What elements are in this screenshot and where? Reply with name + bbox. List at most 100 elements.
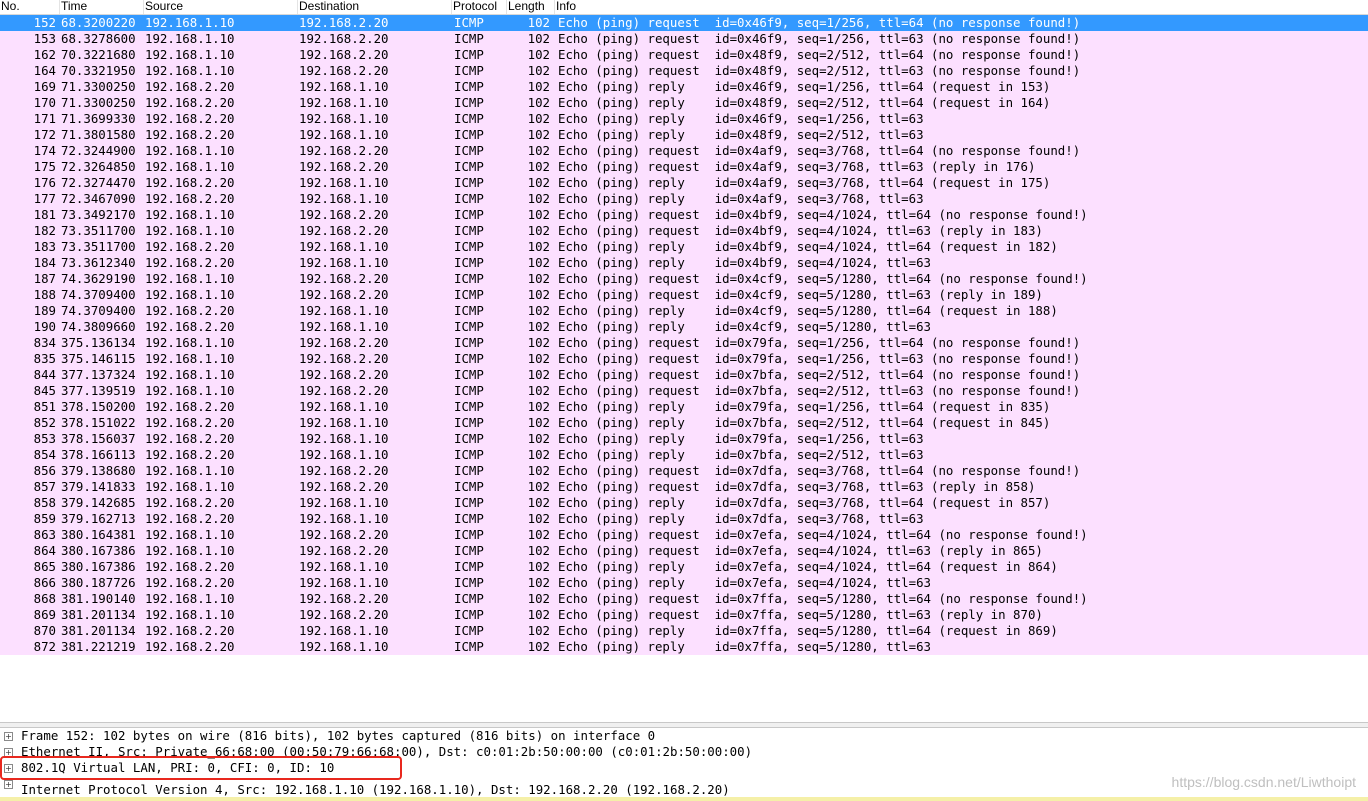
cell-destination: 192.168.2.20	[299, 527, 389, 542]
packet-row[interactable]: 189 74.3709400 192.168.2.20 192.168.1.10 ICM…	[0, 303, 1368, 319]
packet-row[interactable]: 187 74.3629190 192.168.1.10 192.168.2.20 ICM…	[0, 271, 1368, 287]
packet-row[interactable]: 853 378.156037 192.168.2.20 192.168.1.10 ICM…	[0, 431, 1368, 447]
cell-info: Echo (ping) request id=0x46f9, seq=1/256…	[558, 31, 1081, 46]
cell-info: Echo (ping) reply id=0x7ffa, seq=5/1280,…	[558, 623, 1058, 638]
detail-frame[interactable]: + Frame 152: 102 bytes on wire (816 bits)…	[0, 728, 1368, 744]
packet-row[interactable]: 169 71.3300250 192.168.2.20 192.168.1.10 ICM…	[0, 79, 1368, 95]
cell-no: 858	[33, 495, 56, 510]
packet-row[interactable]: 176 72.3274470 192.168.2.20 192.168.1.10 ICM…	[0, 175, 1368, 191]
cell-protocol: ICMP	[454, 47, 484, 62]
cell-info: Echo (ping) reply id=0x7bfa, seq=2/512, …	[558, 447, 924, 462]
cell-time: 70.3321950	[61, 63, 136, 78]
packet-row[interactable]: 869 381.201134 192.168.1.10 192.168.2.20 ICM…	[0, 607, 1368, 623]
cell-info: Echo (ping) reply id=0x7dfa, seq=3/768, …	[558, 511, 924, 526]
cell-source: 192.168.2.20	[145, 239, 235, 254]
cell-length: 102	[527, 271, 550, 286]
cell-no: 184	[33, 255, 56, 270]
packet-row[interactable]: 865 380.167386 192.168.2.20 192.168.1.10 ICM…	[0, 559, 1368, 575]
packet-row[interactable]: 870 381.201134 192.168.2.20 192.168.1.10 ICM…	[0, 623, 1368, 639]
packet-row[interactable]: 171 71.3699330 192.168.2.20 192.168.1.10 ICM…	[0, 111, 1368, 127]
packet-row[interactable]: 851 378.150200 192.168.2.20 192.168.1.10 ICM…	[0, 399, 1368, 415]
cell-destination: 192.168.1.10	[299, 191, 389, 206]
packet-row[interactable]: 863 380.164381 192.168.1.10 192.168.2.20 ICM…	[0, 527, 1368, 543]
column-header-destination[interactable]: Destination	[297, 0, 453, 14]
cell-time: 72.3264850	[61, 159, 136, 174]
cell-destination: 192.168.1.10	[299, 111, 389, 126]
cell-time: 73.3492170	[61, 207, 136, 222]
cell-destination: 192.168.2.20	[299, 463, 389, 478]
cell-length: 102	[527, 591, 550, 606]
cell-protocol: ICMP	[454, 399, 484, 414]
packet-row[interactable]: 170 71.3300250 192.168.2.20 192.168.1.10 ICM…	[0, 95, 1368, 111]
cell-protocol: ICMP	[454, 31, 484, 46]
cell-no: 171	[33, 111, 56, 126]
packet-row[interactable]: 868 381.190140 192.168.1.10 192.168.2.20 ICM…	[0, 591, 1368, 607]
cell-source: 192.168.1.10	[145, 351, 235, 366]
packet-row[interactable]: 866 380.187726 192.168.2.20 192.168.1.10 ICM…	[0, 575, 1368, 591]
cell-info: Echo (ping) request id=0x7efa, seq=4/102…	[558, 543, 1043, 558]
packet-row[interactable]: 835 375.146115 192.168.1.10 192.168.2.20 ICM…	[0, 351, 1368, 367]
packet-row[interactable]: 184 73.3612340 192.168.2.20 192.168.1.10 ICM…	[0, 255, 1368, 271]
packet-row[interactable]: 175 72.3264850 192.168.1.10 192.168.2.20 ICM…	[0, 159, 1368, 175]
cell-source: 192.168.1.10	[145, 63, 235, 78]
cell-info: Echo (ping) request id=0x7dfa, seq=3/768…	[558, 479, 1036, 494]
cell-length: 102	[527, 383, 550, 398]
cell-length: 102	[527, 31, 550, 46]
packet-row[interactable]: 859 379.162713 192.168.2.20 192.168.1.10 ICM…	[0, 511, 1368, 527]
cell-protocol: ICMP	[454, 95, 484, 110]
column-header-source[interactable]: Source	[143, 0, 299, 14]
expand-icon[interactable]: +	[4, 780, 13, 789]
cell-no: 162	[33, 47, 56, 62]
cell-time: 72.3244900	[61, 143, 136, 158]
packet-row[interactable]: 181 73.3492170 192.168.1.10 192.168.2.20 ICM…	[0, 207, 1368, 223]
expand-icon[interactable]: +	[4, 732, 13, 741]
cell-protocol: ICMP	[454, 15, 484, 30]
cell-time: 375.136134	[61, 335, 136, 350]
column-header-info[interactable]: Info	[554, 0, 856, 14]
packet-row[interactable]: 190 74.3809660 192.168.2.20 192.168.1.10 ICM…	[0, 319, 1368, 335]
cell-info: Echo (ping) reply id=0x7bfa, seq=2/512, …	[558, 415, 1051, 430]
cell-length: 102	[527, 287, 550, 302]
cell-destination: 192.168.1.10	[299, 255, 389, 270]
packet-row[interactable]: 856 379.138680 192.168.1.10 192.168.2.20 ICM…	[0, 463, 1368, 479]
packet-row[interactable]: 164 70.3321950 192.168.1.10 192.168.2.20 ICM…	[0, 63, 1368, 79]
cell-length: 102	[527, 15, 550, 30]
cell-source: 192.168.2.20	[145, 255, 235, 270]
cell-info: Echo (ping) reply id=0x4bf9, seq=4/1024,…	[558, 255, 931, 270]
cell-time: 71.3801580	[61, 127, 136, 142]
packet-row[interactable]: 872 381.221219 192.168.2.20 192.168.1.10 ICM…	[0, 639, 1368, 655]
packet-row[interactable]: 183 73.3511700 192.168.2.20 192.168.1.10 ICM…	[0, 239, 1368, 255]
packet-row[interactable]: 854 378.166113 192.168.2.20 192.168.1.10 ICM…	[0, 447, 1368, 463]
packet-row[interactable]: 172 71.3801580 192.168.2.20 192.168.1.10 ICM…	[0, 127, 1368, 143]
cell-info: Echo (ping) request id=0x7ffa, seq=5/128…	[558, 607, 1043, 622]
cell-no: 844	[33, 367, 56, 382]
cell-source: 192.168.1.10	[145, 463, 235, 478]
packet-row-selected[interactable]: 152 68.3200220 192.168.1.10 192.168.2.20 ICM…	[0, 15, 1368, 31]
cell-no: 170	[33, 95, 56, 110]
packet-row[interactable]: 188 74.3709400 192.168.1.10 192.168.2.20 ICM…	[0, 287, 1368, 303]
packet-row[interactable]: 174 72.3244900 192.168.1.10 192.168.2.20 ICM…	[0, 143, 1368, 159]
cell-protocol: ICMP	[454, 175, 484, 190]
cell-source: 192.168.1.10	[145, 159, 235, 174]
cell-source: 192.168.2.20	[145, 447, 235, 462]
packet-row[interactable]: 852 378.151022 192.168.2.20 192.168.1.10 ICM…	[0, 415, 1368, 431]
packet-row[interactable]: 864 380.167386 192.168.1.10 192.168.2.20 ICM…	[0, 543, 1368, 559]
column-header-time[interactable]: Time	[59, 0, 145, 14]
packet-row[interactable]: 162 70.3221680 192.168.1.10 192.168.2.20 ICM…	[0, 47, 1368, 63]
packet-row[interactable]: 844 377.137324 192.168.1.10 192.168.2.20 ICM…	[0, 367, 1368, 383]
packet-row[interactable]: 177 72.3467090 192.168.2.20 192.168.1.10 ICM…	[0, 191, 1368, 207]
packet-row[interactable]: 845 377.139519 192.168.1.10 192.168.2.20 ICM…	[0, 383, 1368, 399]
column-header-length[interactable]: Length	[506, 0, 556, 14]
cell-time: 381.221219	[61, 639, 136, 654]
column-header-no[interactable]: No.	[0, 0, 59, 14]
cell-protocol: ICMP	[454, 383, 484, 398]
column-header-protocol[interactable]: Protocol	[451, 0, 508, 14]
cell-protocol: ICMP	[454, 367, 484, 382]
packet-row[interactable]: 153 68.3278600 192.168.1.10 192.168.2.20 ICM…	[0, 31, 1368, 47]
packet-row[interactable]: 857 379.141833 192.168.1.10 192.168.2.20 ICM…	[0, 479, 1368, 495]
cell-length: 102	[527, 191, 550, 206]
packet-row[interactable]: 182 73.3511700 192.168.1.10 192.168.2.20 ICM…	[0, 223, 1368, 239]
packet-row[interactable]: 834 375.136134 192.168.1.10 192.168.2.20 ICM…	[0, 335, 1368, 351]
cell-source: 192.168.2.20	[145, 639, 235, 654]
packet-row[interactable]: 858 379.142685 192.168.2.20 192.168.1.10 ICM…	[0, 495, 1368, 511]
